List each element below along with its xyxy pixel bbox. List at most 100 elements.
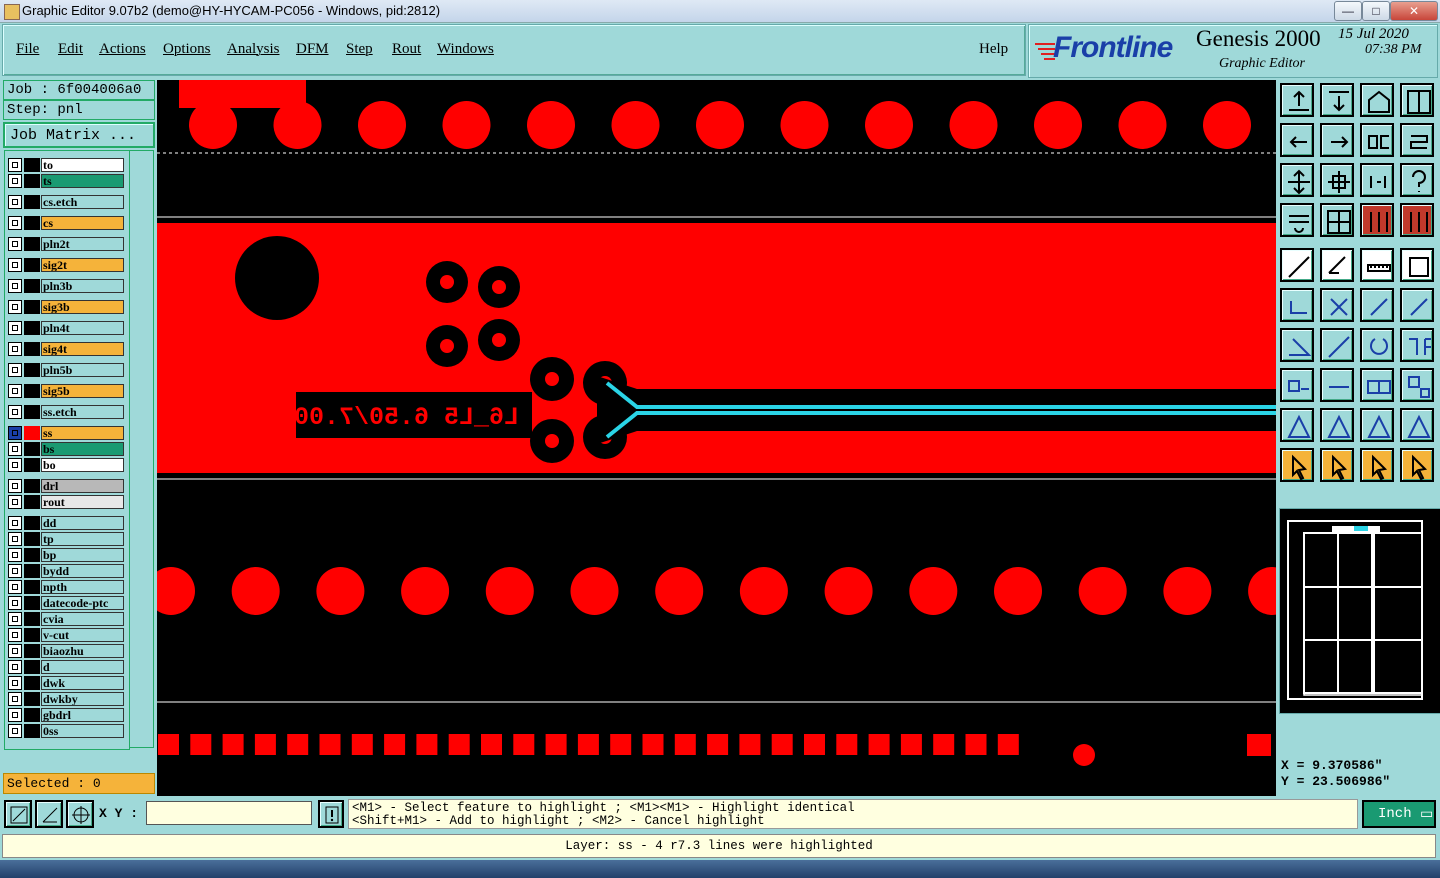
layer-row-dd[interactable]: dd <box>8 516 124 530</box>
connect-icon[interactable] <box>1360 288 1394 322</box>
layer-row-to[interactable]: to <box>8 158 124 172</box>
copper-pad[interactable] <box>1034 101 1082 149</box>
layer-name[interactable]: datecode-ptc <box>41 596 124 610</box>
job-matrix-button[interactable]: Job Matrix ... <box>3 122 155 148</box>
settings-icon[interactable] <box>1280 203 1314 237</box>
menu-dfm[interactable]: DFM <box>296 41 329 58</box>
layer-checkbox[interactable] <box>8 628 22 642</box>
layer-name[interactable]: sig3b <box>41 300 124 314</box>
copper-pad[interactable] <box>319 734 341 755</box>
layer-row-dwkby[interactable]: dwkby <box>8 692 124 706</box>
layer-row-biaozhu[interactable]: biaozhu <box>8 644 124 658</box>
ruler-icon[interactable] <box>1360 248 1394 282</box>
menu-edit[interactable]: Edit <box>58 41 83 58</box>
units-select[interactable]: Inch ▭ <box>1362 800 1436 828</box>
copper-pad[interactable] <box>836 734 858 755</box>
copper-pad[interactable] <box>994 567 1042 615</box>
pan-left-icon[interactable] <box>1280 123 1314 157</box>
outline-icon[interactable] <box>1400 248 1434 282</box>
layer-name[interactable]: sig4t <box>41 342 124 356</box>
layer-row-pln2t[interactable]: pln2t <box>8 237 124 251</box>
menu-step[interactable]: Step <box>346 41 373 58</box>
layer-name[interactable]: drl <box>41 479 124 493</box>
layer-checkbox[interactable] <box>8 258 22 272</box>
layer-name[interactable]: ss.etch <box>41 405 124 419</box>
pointer-box-icon[interactable] <box>1320 448 1354 482</box>
layer-name[interactable]: 0ss <box>41 724 124 738</box>
copper-pad[interactable] <box>1163 567 1212 615</box>
copper-pad[interactable] <box>254 734 276 755</box>
menu-file[interactable]: File <box>16 41 39 58</box>
pcb-drawing[interactable]: L6_L5 6.50/7.00 ‡ <box>157 80 1276 796</box>
copper-pad[interactable] <box>655 567 704 615</box>
copper-pad[interactable] <box>1118 101 1167 149</box>
layer-checkbox[interactable] <box>8 384 22 398</box>
layer-name[interactable]: dd <box>41 516 124 530</box>
copper-pad[interactable] <box>707 734 729 755</box>
layer-checkbox[interactable] <box>8 321 22 335</box>
copper-pad[interactable] <box>642 734 664 755</box>
copper-pad[interactable] <box>1078 567 1127 615</box>
layer-row-datecode-ptc[interactable]: datecode-ptc <box>8 596 124 610</box>
layer-row-ss.etch[interactable]: ss.etch <box>8 405 124 419</box>
layer-checkbox[interactable] <box>8 612 22 626</box>
layer-row-v-cut[interactable]: v-cut <box>8 628 124 642</box>
layer-checkbox[interactable] <box>8 195 22 209</box>
layer-row-cs[interactable]: cs <box>8 216 124 230</box>
copper-pad[interactable] <box>780 101 829 149</box>
copper-pad[interactable] <box>824 567 873 615</box>
redraw-icon[interactable] <box>1400 123 1434 157</box>
copper-pad[interactable] <box>771 734 793 755</box>
layer-name[interactable]: dwkby <box>41 692 124 706</box>
layer-checkbox[interactable] <box>8 596 22 610</box>
layer-row-drl[interactable]: drl <box>8 479 124 493</box>
layer-checkbox[interactable] <box>8 216 22 230</box>
layer-row-bs[interactable]: bs <box>8 442 124 456</box>
layer-row-0ss[interactable]: 0ss <box>8 724 124 738</box>
layer-name[interactable]: pln5b <box>41 363 124 377</box>
layer-row-pln4t[interactable]: pln4t <box>8 321 124 335</box>
close-button[interactable]: ✕ <box>1390 1 1438 21</box>
layer-row-ss[interactable]: ss <box>8 426 124 440</box>
pad-icon[interactable] <box>1280 248 1314 282</box>
layer-row-sig3b[interactable]: sig3b <box>8 300 124 314</box>
layers-b-icon[interactable] <box>1400 203 1434 237</box>
copper-pad[interactable] <box>316 567 365 615</box>
copper-pad[interactable] <box>222 734 244 755</box>
grid-icon[interactable] <box>1320 203 1354 237</box>
layer-checkbox[interactable] <box>8 363 22 377</box>
layer-row-sig4t[interactable]: sig4t <box>8 342 124 356</box>
select-feature-icon[interactable] <box>1280 368 1314 402</box>
graphic-canvas[interactable]: L6_L5 6.50/7.00 ‡ <box>157 80 1276 796</box>
home-view-icon[interactable] <box>1360 83 1394 117</box>
layer-row-bo[interactable]: bo <box>8 458 124 472</box>
copper-pad[interactable] <box>570 567 619 615</box>
copper-pad[interactable] <box>158 734 179 755</box>
layer-row-rout[interactable]: rout <box>8 495 124 509</box>
copper-pad[interactable] <box>909 567 958 615</box>
copper-pad[interactable] <box>527 101 575 149</box>
copy-shape-icon[interactable] <box>1400 368 1434 402</box>
layer-name[interactable]: gbdrl <box>41 708 124 722</box>
layer-checkbox[interactable] <box>8 300 22 314</box>
connect-alt-icon[interactable] <box>1400 288 1434 322</box>
angle-icon[interactable] <box>1280 328 1314 362</box>
copper-pad[interactable] <box>965 734 987 755</box>
layer-name[interactable]: rout <box>41 495 124 509</box>
menu-windows[interactable]: Windows <box>437 41 494 58</box>
menu-analysis[interactable]: Analysis <box>227 41 280 58</box>
layer-checkbox[interactable] <box>8 660 22 674</box>
copper-pad[interactable] <box>384 734 406 755</box>
xy-input[interactable] <box>146 801 312 825</box>
pointer-icon[interactable] <box>1280 448 1314 482</box>
layer-name[interactable]: tp <box>41 532 124 546</box>
layer-name[interactable]: biaozhu <box>41 644 124 658</box>
copper-pad[interactable] <box>231 567 280 615</box>
copper-pad[interactable] <box>577 734 599 755</box>
copper-pad[interactable] <box>865 101 913 149</box>
overview-map[interactable] <box>1279 508 1440 714</box>
layer-checkbox[interactable] <box>8 532 22 546</box>
layer-checkbox[interactable] <box>8 580 22 594</box>
copper-pad[interactable] <box>545 734 567 755</box>
copper-pad[interactable] <box>997 734 1019 755</box>
